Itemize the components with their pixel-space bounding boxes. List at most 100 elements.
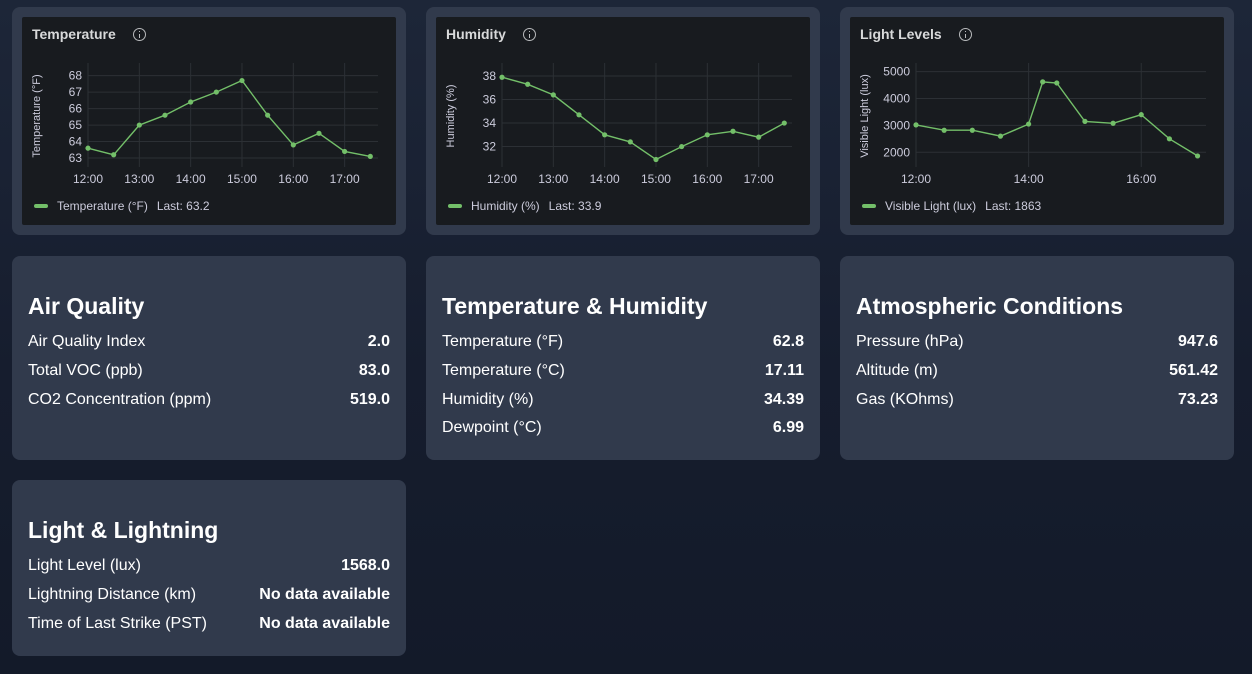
legend-label: Temperature (°F): [57, 199, 148, 213]
metric-value: 62.8: [772, 333, 804, 351]
x-tick-label: 16:00: [1126, 172, 1156, 186]
legend-label: Visible Light (lux): [885, 199, 977, 213]
legend-swatch: [862, 204, 876, 208]
metric-label: Lightning Distance (km): [28, 586, 197, 604]
temperature-chart: 63 64 65 66 67 68 12:00 13:00 14:00 15:00 16:00 17:…: [31, 63, 378, 186]
panel-rows: Temperature (°F) 62.8 Temperature (°C) 17.…: [442, 328, 804, 443]
data-point: [136, 122, 142, 128]
panel-title: Atmospheric Conditions: [856, 293, 1124, 319]
data-point: [576, 112, 582, 118]
metric-label: Time of Last Strike (PST): [28, 614, 207, 632]
panel-title: Air Quality: [28, 293, 145, 319]
y-tick-label: 4000: [883, 92, 910, 106]
metric-row: Gas (KOhms) 73.23: [856, 385, 1218, 414]
data-point: [316, 130, 322, 136]
data-point: [213, 89, 219, 95]
data-point: [342, 148, 348, 155]
panel-rows: Light Level (lux) 1568.0 Lightning Distan…: [28, 552, 390, 638]
metric-label: CO2 Concentration (ppm): [28, 390, 212, 408]
x-tick-label: 16:00: [278, 172, 308, 186]
metric-value: 947.6: [1177, 333, 1218, 351]
chart-legend[interactable]: Humidity (%) Last: 33.9: [448, 199, 601, 213]
panel-title: Light & Lightning: [28, 517, 219, 543]
metric-value: 34.39: [763, 390, 804, 408]
x-tick-label: 15:00: [227, 172, 257, 186]
metric-row: Pressure (hPa) 947.6: [856, 328, 1218, 357]
metric-row: Air Quality Index 2.0: [28, 328, 390, 357]
data-point: [290, 142, 296, 148]
metric-value: 1568.0: [341, 557, 390, 575]
light-levels-chart-panel: Light Levels 2000 3000 4000 5000 12:00 14:00 1…: [850, 17, 1224, 225]
data-point: [111, 152, 117, 158]
chart-legend[interactable]: Temperature (°F) Last: 63.2: [34, 199, 210, 213]
metric-row: Total VOC (ppb) 83.0: [28, 357, 390, 386]
data-point: [602, 132, 608, 138]
y-axis-label: Visible Light (lux): [859, 74, 871, 158]
humidity-chart: 32 34 36 38 12:00 13:00 14:00 15:00 16:00 17:00 Hu…: [445, 63, 792, 186]
y-tick-label: 38: [483, 69, 497, 83]
data-point: [1040, 79, 1046, 85]
x-tick-label: 12:00: [901, 172, 931, 186]
y-tick-label: 65: [69, 118, 83, 132]
light-levels-chart: 2000 3000 4000 5000 12:00 14:00 16:00 Visible L…: [859, 63, 1206, 186]
light-levels-chart-card: Light Levels 2000 3000 4000 5000 12:00 14:00 1…: [840, 7, 1234, 235]
legend-swatch: [448, 204, 462, 208]
temperature-humidity-panel: Temperature & Humidity Temperature (°F) 6…: [426, 256, 820, 460]
metric-label: Dewpoint (°C): [442, 419, 542, 437]
metric-label: Temperature (°F): [442, 333, 564, 351]
x-tick-label: 14:00: [176, 172, 206, 186]
y-tick-label: 66: [69, 102, 83, 116]
legend-label: Humidity (%): [471, 199, 540, 213]
x-tick-label: 12:00: [487, 172, 517, 186]
metric-value: 519.0: [349, 390, 390, 408]
data-point: [969, 127, 975, 133]
data-point: [1054, 80, 1060, 86]
metric-label: Light Level (lux): [28, 557, 141, 575]
data-point: [653, 156, 659, 163]
metric-row: Time of Last Strike (PST) No data availab…: [28, 609, 390, 638]
y-tick-label: 5000: [883, 65, 910, 79]
metric-label: Gas (KOhms): [856, 390, 954, 408]
metric-value: 73.23: [1177, 390, 1218, 408]
x-tick-label: 14:00: [1014, 172, 1044, 186]
data-point: [1138, 112, 1144, 118]
data-point: [730, 128, 736, 134]
metric-label: Total VOC (ppb): [28, 362, 143, 380]
data-point: [679, 143, 685, 150]
metric-label: Altitude (m): [856, 362, 938, 380]
data-point: [525, 81, 531, 87]
y-tick-label: 3000: [883, 118, 910, 132]
air-quality-panel: Air Quality Air Quality Index 2.0 Total V…: [12, 256, 406, 460]
data-point: [188, 99, 194, 105]
metric-value: No data available: [259, 586, 390, 604]
data-point: [85, 145, 91, 151]
metric-row: Light Level (lux) 1568.0: [28, 552, 390, 581]
y-tick-label: 2000: [883, 145, 910, 159]
temperature-chart-card: Temperature 63 64 65 66 67 68 12:00 13:00 14:00 1…: [12, 7, 406, 235]
metric-value: 2.0: [367, 333, 390, 351]
data-point: [239, 77, 245, 84]
series-line: [915, 81, 1198, 157]
metric-label: Humidity (%): [442, 390, 534, 408]
data-point: [781, 120, 787, 126]
x-tick-label: 17:00: [330, 172, 360, 186]
data-point: [997, 133, 1004, 139]
panel-title: Temperature & Humidity: [442, 293, 708, 319]
metric-row: Altitude (m) 561.42: [856, 357, 1218, 386]
y-axis-label: Temperature (°F): [31, 74, 43, 157]
metric-value: 83.0: [358, 362, 390, 380]
metric-value: No data available: [259, 614, 390, 632]
atmospheric-conditions-panel: Atmospheric Conditions Pressure (hPa) 947…: [840, 256, 1234, 460]
y-tick-label: 64: [69, 135, 83, 149]
data-point: [162, 112, 168, 118]
panel-rows: Air Quality Index 2.0 Total VOC (ppb) 83.0…: [28, 328, 390, 414]
y-tick-label: 67: [69, 85, 83, 99]
legend-last-value: Last: 63.2: [156, 199, 210, 213]
legend-last-value: Last: 33.9: [548, 199, 602, 213]
metric-value: 17.11: [764, 362, 804, 380]
metric-row: Lightning Distance (km) No data available: [28, 581, 390, 610]
chart-legend[interactable]: Visible Light (lux) Last: 1863: [862, 199, 1041, 213]
y-tick-label: 63: [69, 151, 83, 165]
data-point: [756, 134, 762, 140]
data-point: [1194, 153, 1201, 159]
